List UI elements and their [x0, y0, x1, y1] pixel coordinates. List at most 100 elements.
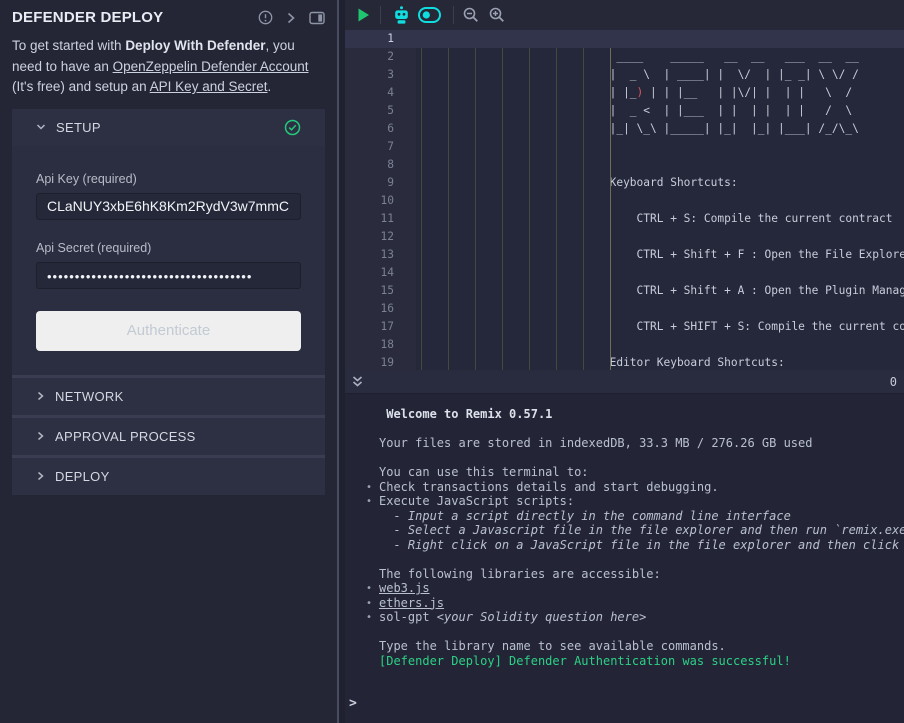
- side-panel-icon[interactable]: [309, 11, 325, 25]
- editor-line[interactable]: 11 CTRL + S: Compile the current contrac…: [345, 210, 904, 228]
- terminal-line: [345, 552, 904, 567]
- zoom-out-icon[interactable]: [463, 7, 479, 23]
- accordion-sections: SETUP Api Key (required) Api Secret (req…: [12, 109, 325, 495]
- double-chevron-down-icon[interactable]: [351, 375, 364, 389]
- chevron-right-icon: [36, 389, 45, 404]
- line-number[interactable]: 8: [345, 156, 416, 174]
- link-api-key-and-secret[interactable]: API Key and Secret: [150, 79, 268, 94]
- bullet-icon: •: [366, 495, 372, 510]
- deploy-section-header[interactable]: DEPLOY: [12, 458, 325, 495]
- editor-line[interactable]: 15 CTRL + Shift + A : Open the Plugin Ma…: [345, 282, 904, 300]
- terminal-link[interactable]: ethers.js: [379, 596, 444, 610]
- line-number[interactable]: 10: [345, 192, 416, 210]
- authenticate-button[interactable]: Authenticate: [36, 311, 301, 351]
- toolbar-separator: [380, 6, 381, 24]
- line-number[interactable]: 3: [345, 66, 416, 84]
- terminal-line: Welcome to Remix 0.57.1: [345, 407, 904, 422]
- zoom-in-icon[interactable]: [489, 7, 505, 23]
- chevron-down-icon: [36, 120, 46, 135]
- editor-line[interactable]: 3 | _ \ | ____| | \/ | |_ _| \ \/ /: [345, 66, 904, 84]
- line-number[interactable]: 18: [345, 336, 416, 354]
- check-circle-icon: [284, 119, 301, 136]
- line-number[interactable]: 5: [345, 102, 416, 120]
- editor-line[interactable]: 10: [345, 192, 904, 210]
- editor-line[interactable]: 9 Keyboard Shortcuts:: [345, 174, 904, 192]
- terminal-line: You can use this terminal to:: [345, 465, 904, 480]
- issues-icon[interactable]: [258, 10, 273, 25]
- editor-line[interactable]: 4 | |_) | | |__ | |\/| | | | \ /: [345, 84, 904, 102]
- line-number[interactable]: 11: [345, 210, 416, 228]
- panel-resize-handle[interactable]: [337, 0, 345, 723]
- chevron-right-icon[interactable]: [286, 12, 296, 24]
- chevron-right-icon: [36, 469, 45, 484]
- code-text: [416, 228, 421, 246]
- editor-line[interactable]: 16: [345, 300, 904, 318]
- code-text: | _ \ | ____| | \/ | |_ _| \ \/ /: [416, 66, 859, 84]
- intro-text: To get started with Deploy With Defender…: [0, 29, 337, 109]
- line-number[interactable]: 4: [345, 84, 416, 102]
- editor-line[interactable]: 8: [345, 156, 904, 174]
- code-text: CTRL + Shift + A : Open the Plugin Manag…: [416, 282, 904, 300]
- line-number[interactable]: 14: [345, 264, 416, 282]
- editor-line[interactable]: 19 Editor Keyboard Shortcuts:: [345, 354, 904, 370]
- line-number[interactable]: 1: [345, 30, 416, 48]
- line-number[interactable]: 12: [345, 228, 416, 246]
- terminal-line: Type the library name to see available c…: [345, 639, 904, 654]
- code-text: CTRL + SHIFT + S: Compile the current co…: [416, 318, 904, 336]
- terminal-output[interactable]: Welcome to Remix 0.57.1Your files are st…: [345, 394, 904, 723]
- terminal-prompt[interactable]: >: [345, 697, 904, 712]
- editor-line[interactable]: 1: [345, 30, 904, 48]
- editor-line[interactable]: 7: [345, 138, 904, 156]
- line-number[interactable]: 7: [345, 138, 416, 156]
- line-number[interactable]: 6: [345, 120, 416, 138]
- terminal-line: • ethers.js: [345, 596, 904, 611]
- approval-process-section-label: APPROVAL PROCESS: [55, 429, 196, 444]
- terminal-line: [345, 668, 904, 683]
- code-text: | |_) | | |__ | |\/| | | | \ /: [416, 84, 859, 102]
- terminal-line: [345, 683, 904, 698]
- terminal-line: - Input a script directly in the command…: [345, 509, 904, 524]
- line-number[interactable]: 17: [345, 318, 416, 336]
- network-section-header[interactable]: NETWORK: [12, 378, 325, 415]
- transaction-count-badge: 0: [890, 375, 898, 389]
- approval-process-section-header[interactable]: APPROVAL PROCESS: [12, 418, 325, 455]
- run-script-icon[interactable]: [358, 8, 370, 22]
- terminal-link[interactable]: web3.js: [379, 581, 430, 595]
- code-text: [416, 138, 421, 156]
- code-editor[interactable]: 12 ____ _____ __ __ ___ __ __3 | _ \ | _…: [345, 30, 904, 370]
- editor-line[interactable]: 12: [345, 228, 904, 246]
- editor-line[interactable]: 5 | _ < | |___ | | | | | | / \: [345, 102, 904, 120]
- editor-line[interactable]: 14: [345, 264, 904, 282]
- intro-end: .: [268, 79, 272, 94]
- line-number[interactable]: 13: [345, 246, 416, 264]
- editor-line[interactable]: 13 CTRL + Shift + F : Open the File Expl…: [345, 246, 904, 264]
- deploy-section-label: DEPLOY: [55, 469, 110, 484]
- setup-section-body: Api Key (required) Api Secret (required)…: [12, 146, 325, 375]
- terminal-line: •web3.js: [345, 581, 904, 596]
- editor-terminal-column: 12 ____ _____ __ __ ___ __ __3 | _ \ | _…: [345, 0, 904, 723]
- editor-line[interactable]: 18: [345, 336, 904, 354]
- editor-lines: 12 ____ _____ __ __ ___ __ __3 | _ \ | _…: [345, 30, 904, 370]
- toggle-icon[interactable]: [418, 7, 441, 23]
- code-text: [416, 264, 421, 282]
- editor-line[interactable]: 6 |_| \_\ |_____| |_| |_| |___| /_/\_\: [345, 120, 904, 138]
- terminal-line: - Select a Javascript file in the file e…: [345, 523, 904, 538]
- api-key-label: Api Key (required): [36, 172, 301, 186]
- code-text: [416, 192, 421, 210]
- bullet-icon: •: [366, 597, 372, 612]
- line-number[interactable]: 15: [345, 282, 416, 300]
- editor-line[interactable]: 2 ____ _____ __ __ ___ __ __: [345, 48, 904, 66]
- api-secret-input[interactable]: [36, 262, 301, 289]
- line-number[interactable]: 16: [345, 300, 416, 318]
- code-text: Keyboard Shortcuts:: [416, 174, 738, 192]
- api-key-input[interactable]: [36, 193, 301, 220]
- setup-section-header[interactable]: SETUP: [12, 109, 325, 146]
- line-number[interactable]: 19: [345, 354, 416, 370]
- line-number[interactable]: 2: [345, 48, 416, 66]
- remix-ide: DEFENDER DEPLOY To get started with Depl…: [0, 0, 904, 723]
- chevron-right-icon: [36, 429, 45, 444]
- remix-ai-icon[interactable]: [393, 6, 410, 25]
- link-openzeppelin-defender-account[interactable]: OpenZeppelin Defender Account: [113, 59, 309, 74]
- editor-line[interactable]: 17 CTRL + SHIFT + S: Compile the current…: [345, 318, 904, 336]
- line-number[interactable]: 9: [345, 174, 416, 192]
